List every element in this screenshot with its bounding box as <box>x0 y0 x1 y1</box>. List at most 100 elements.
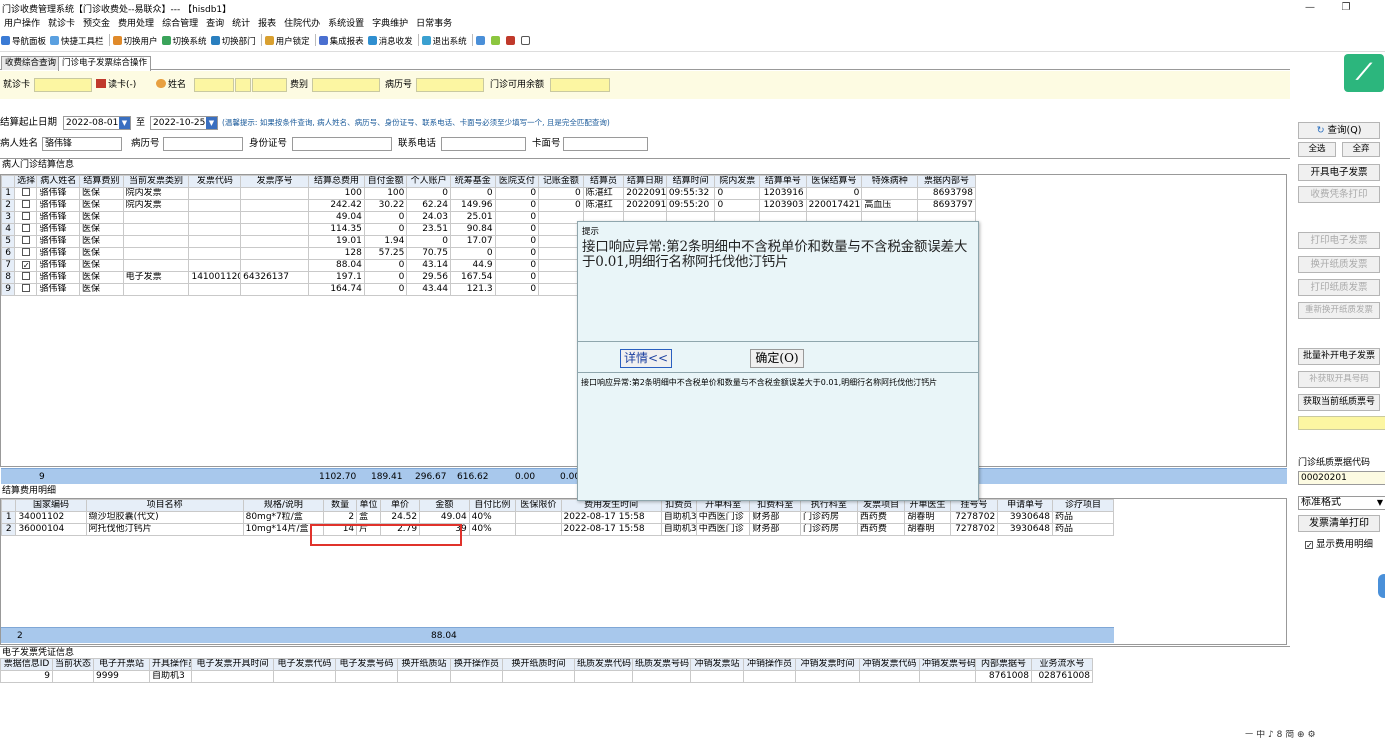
details-row[interactable]: 1 34001102 缬沙坦胶囊(代文) 80mg*7粒/盒 2 盒 24.52 49.04 4… <box>1 511 1115 524</box>
card-input[interactable] <box>34 78 92 92</box>
record-no-input[interactable] <box>163 137 243 151</box>
read-card-button[interactable]: 读卡(-) <box>96 78 136 92</box>
select-checkbox[interactable] <box>14 247 38 260</box>
card-face-input[interactable] <box>563 137 648 151</box>
menu-query[interactable]: 查询 <box>202 16 228 32</box>
toolbar-report[interactable]: 集成报表 <box>318 33 367 52</box>
deselect-all-button[interactable]: 全弃 <box>1342 142 1380 157</box>
query-button[interactable]: ↻ 查询(Q) <box>1298 122 1380 139</box>
toolbar-switch-system[interactable]: 切换系统 <box>161 33 210 52</box>
details-col-header[interactable]: 开单医生 <box>904 499 951 512</box>
select-checkbox[interactable] <box>14 283 38 296</box>
sex-input[interactable] <box>235 78 251 92</box>
exchange-paper-button[interactable]: 换开纸质发票 <box>1298 256 1380 273</box>
details-col-header[interactable]: 扣费科室 <box>749 499 802 512</box>
tab-e-invoice[interactable]: 门诊电子发票综合操作 <box>58 56 152 71</box>
toolbar-exit[interactable]: 退出系统 <box>421 33 470 52</box>
settlement-col-header[interactable]: 结算费别 <box>79 175 124 188</box>
voucher-col-header[interactable]: 纸质发票代码 <box>574 658 633 671</box>
toolbar-shortcut[interactable]: 快捷工具栏 <box>49 33 107 52</box>
menu-user-ops[interactable]: 用户操作 <box>0 16 44 32</box>
plugin-icon[interactable] <box>490 33 505 52</box>
paper-code-input[interactable]: 00020201 <box>1298 471 1385 485</box>
menu-dictionary[interactable]: 字典维护 <box>368 16 412 32</box>
settlement-col-header[interactable]: 病人姓名 <box>36 175 81 188</box>
help-icon[interactable] <box>475 33 490 52</box>
window-icon[interactable] <box>520 33 535 52</box>
details-button[interactable]: 详情<< <box>620 349 672 368</box>
settlement-col-header[interactable]: 发票代码 <box>188 175 242 188</box>
settlement-col-header[interactable]: 结算单号 <box>759 175 807 188</box>
voucher-col-header[interactable]: 电子发票号码 <box>335 658 398 671</box>
details-col-header[interactable]: 开单科室 <box>695 499 751 512</box>
settlement-col-header[interactable]: 院内发票 <box>714 175 761 188</box>
menu-manage[interactable]: 综合管理 <box>158 16 202 32</box>
settlement-col-header[interactable]: 记账金额 <box>538 175 584 188</box>
details-col-header[interactable]: 申请单号 <box>997 499 1053 512</box>
receipt-print-button[interactable]: 收费凭条打印 <box>1298 186 1380 203</box>
show-details-checkbox[interactable]: ✓ 显示费用明细 <box>1305 538 1373 552</box>
voucher-col-header[interactable]: 冲销发票时间 <box>795 658 860 671</box>
restore-button[interactable]: ❐ <box>1328 0 1364 16</box>
details-col-header[interactable]: 金额 <box>419 499 470 512</box>
calendar-dropdown-icon[interactable]: ▼ <box>206 117 217 129</box>
menu-stats[interactable]: 统计 <box>228 16 254 32</box>
voucher-col-header[interactable]: 纸质发票号码 <box>632 658 691 671</box>
settlement-col-header[interactable]: 医保结算号 <box>805 175 863 188</box>
details-col-header[interactable]: 自付比例 <box>468 499 517 512</box>
menu-deposit[interactable]: 预交金 <box>79 16 114 32</box>
details-col-header[interactable]: 数量 <box>323 499 358 512</box>
voucher-col-header[interactable]: 换开纸质时间 <box>502 658 575 671</box>
name-input[interactable] <box>194 78 234 92</box>
details-col-header[interactable]: 医保限价 <box>515 499 562 512</box>
floating-assistant-icon[interactable] <box>1378 574 1385 598</box>
fetch-number-button[interactable]: 补获取开具号码 <box>1298 371 1380 388</box>
details-col-header[interactable]: 发票项目 <box>856 499 906 512</box>
voucher-col-header[interactable]: 开具操作员 <box>149 658 192 671</box>
toolbar-message[interactable]: 消息收发 <box>367 33 416 52</box>
details-col-header[interactable]: 规格/说明 <box>242 499 325 512</box>
voucher-col-header[interactable]: 电子发票代码 <box>273 658 336 671</box>
voucher-col-header[interactable]: 换开操作员 <box>450 658 503 671</box>
select-all-button[interactable]: 全选 <box>1298 142 1336 157</box>
voucher-col-header[interactable]: 内部票据号 <box>975 658 1032 671</box>
details-col-header[interactable]: 扣费员 <box>660 499 697 512</box>
settlement-col-header[interactable]: 发票序号 <box>240 175 310 188</box>
age-input[interactable] <box>252 78 287 92</box>
voucher-row[interactable]: 9 9999 自助机3 8761008 028761008 <box>0 670 1093 683</box>
settlement-col-header[interactable]: 结算时间 <box>665 175 716 188</box>
toolbar-nav-panel[interactable]: 导航面板 <box>0 33 49 52</box>
date-to-picker[interactable]: 2022-10-25 ▼ <box>150 116 218 130</box>
get-paper-number-button[interactable]: 获取当前纸质票号 <box>1298 394 1380 411</box>
voucher-col-header[interactable]: 当前状态 <box>52 658 94 671</box>
details-col-header[interactable]: 诊疗项目 <box>1051 499 1115 512</box>
settlement-col-header[interactable]: 医院支付 <box>494 175 540 188</box>
record-input[interactable] <box>416 78 484 92</box>
details-col-header[interactable]: 单价 <box>379 499 421 512</box>
voucher-col-header[interactable]: 电子开票站 <box>93 658 150 671</box>
menu-inpatient[interactable]: 住院代办 <box>280 16 324 32</box>
menu-report[interactable]: 报表 <box>254 16 280 32</box>
menu-fee[interactable]: 费用处理 <box>114 16 158 32</box>
print-paper-button[interactable]: 打印纸质发票 <box>1298 279 1380 296</box>
select-checkbox[interactable]: ✓ <box>14 259 38 272</box>
settlement-row[interactable]: 1骆伟锋医保院内发票1001000000陈湛红2022091709:55:320… <box>1 187 976 200</box>
patient-name-input[interactable]: 骆伟锋 <box>42 137 122 151</box>
details-row[interactable]: 2 36000104 阿托伐他汀钙片 10mg*14片/盒 14 片 2.79 39 40% 20… <box>1 523 1115 536</box>
print-e-invoice-button[interactable]: 打印电子发票 <box>1298 232 1380 249</box>
reexchange-paper-button[interactable]: 重新换开纸质发票 <box>1298 302 1380 319</box>
print-list-button[interactable]: 发票清单打印 <box>1298 515 1380 532</box>
balance-input[interactable] <box>550 78 610 92</box>
voucher-col-header[interactable]: 冲销发票站 <box>690 658 744 671</box>
menu-settings[interactable]: 系统设置 <box>324 16 368 32</box>
menu-daily[interactable]: 日常事务 <box>412 16 456 32</box>
voucher-col-header[interactable]: 电子发票开具时间 <box>191 658 274 671</box>
details-col-header[interactable]: 挂号号 <box>949 499 999 512</box>
menu-card[interactable]: 就诊卡 <box>44 16 79 32</box>
voucher-col-header[interactable]: 换开纸质站 <box>397 658 451 671</box>
select-checkbox[interactable] <box>14 271 38 284</box>
id-input[interactable] <box>292 137 392 151</box>
settlement-col-header[interactable]: 统筹基金 <box>449 175 496 188</box>
settlement-col-header[interactable]: 特殊病种 <box>861 175 919 188</box>
voucher-col-header[interactable]: 票据信息ID <box>0 658 53 671</box>
